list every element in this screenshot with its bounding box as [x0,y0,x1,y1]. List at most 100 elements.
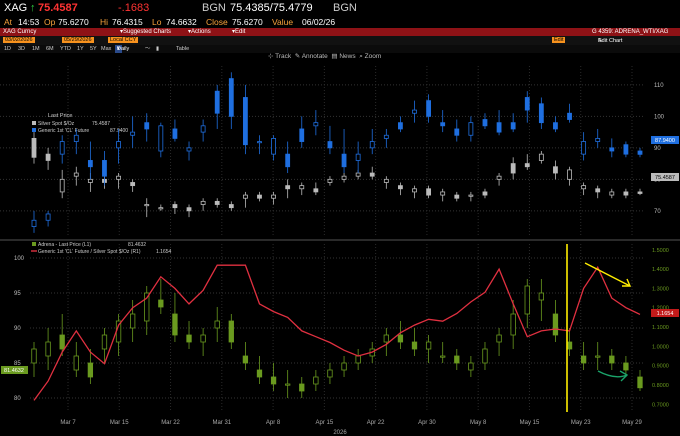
date-to-field[interactable]: 05/29/2026 [62,37,94,43]
xag-candle [482,188,488,199]
cl-candle [341,128,347,174]
adrena-candle [115,314,122,356]
adrena-candle [637,370,643,391]
adrena-candle [580,342,587,370]
cl-candle [383,128,389,148]
adrena-candle [595,342,601,370]
edit-menu-button[interactable]: ▾ Edit [232,28,245,36]
adrena-candle [186,321,192,349]
track-tool[interactable]: ⊹ Track [268,53,291,60]
right-y-tick: 0.7000 [652,402,669,408]
right-y-tick: 1.3000 [652,286,669,292]
actions-label: Actions [191,29,211,35]
x-tick: Apr 30 [418,420,436,426]
right-y-tick: 1.0000 [652,344,669,350]
chart-area[interactable]: Last Price Silver Spot $/Oz 75.4587 Gene… [0,60,680,436]
edit-menu-label: Edit [235,29,246,35]
adrena-candle [538,279,544,321]
bottom-panel-grid [30,244,645,412]
range-max[interactable]: Max [101,45,111,53]
cl-candle [581,132,587,161]
adrena-candle [313,370,319,391]
x-tick: Mar 31 [212,420,231,426]
range-ytd[interactable]: YTD [60,45,71,53]
range-1d[interactable]: 1D [4,45,11,53]
suggested-charts-button[interactable]: ▾ Suggested Charts [120,28,171,36]
cl-candle [116,128,121,164]
quote-detail: At 14:53 Op 75.6270 Hi 76.4315 Lo 74.663… [0,17,680,28]
top-candles [31,72,643,233]
news-icon: ▤ [331,53,338,60]
xag-candle [538,151,544,164]
xag-candle [609,188,615,199]
frequency-label: Daily [117,46,130,52]
xag-candle [383,176,389,189]
bottom-legend: Adrena - Last Price (L1) 81.4632 Generic… [31,242,172,255]
x-tick: Mar 22 [161,420,180,426]
candle-chart-icon[interactable]: ▮ [156,45,159,53]
x-tick: Apr 22 [367,420,385,426]
adrena-candle [144,286,150,335]
low-label: Lo [152,17,162,27]
xag-candle [567,166,572,186]
zoom-label: Zoom [364,53,382,60]
value-tag-xag-text: 75.4587 [655,175,675,181]
legend-xag-name: Silver Spot $/Oz [38,121,75,127]
zoom-icon: ⌕ [359,53,363,60]
bid-ask: 75.4385/75.4779 [230,2,313,14]
xag-candle [398,182,403,196]
orange-edit-button[interactable]: Edit [552,37,566,43]
cl-candle [355,141,361,174]
actions-button[interactable]: ▾ Actions [188,28,211,36]
value-tag-xag: 75.4587 [651,173,679,181]
xag-candle [369,166,375,180]
range-1y[interactable]: 1Y [77,45,84,53]
x-tick: May 23 [571,420,591,426]
cl-candle [271,135,276,161]
date-from-field[interactable]: 03/02/2026 [3,37,35,43]
range-3d[interactable]: 3D [18,45,25,53]
table-button[interactable]: Table [176,45,189,53]
top-y-axis: 708090100110 [654,83,665,215]
xag-candle [271,191,276,205]
xag-candle [59,169,65,199]
cl-candle [186,141,192,161]
zoom-tool[interactable]: ⌕ Zoom [359,53,381,60]
ticker: XAG [4,2,28,14]
cl-candle [313,110,319,136]
adrena-candle [270,363,277,391]
annotate-tool[interactable]: ✎ Annotate [295,53,328,60]
bottom-left-axis: 80859095100 [14,256,25,402]
value-date: 06/02/26 [302,17,336,27]
currency-select[interactable]: Local CCY [108,37,139,43]
range-6m[interactable]: 6M [46,45,54,53]
right-y-tick: 1.1000 [652,325,669,331]
adrena-candle [566,328,573,356]
bgn-label-2: BGN [333,2,357,14]
cl-candle [595,128,601,148]
chart-id: G 4359: ADRENA_WTI/XAG [592,29,669,35]
annotation-arrow-down [584,262,632,287]
security-field[interactable]: XAG Curncy [3,28,36,36]
value-tag-adrena-text: 81.4632 [4,368,24,374]
legend-ratio-value: 1.1654 [156,249,172,255]
top-y-tick: 110 [654,83,664,89]
xag-candle [242,191,248,208]
range-1m[interactable]: 1M [32,45,40,53]
legend-swatch-adrena [32,242,36,246]
xag-candle [623,188,629,199]
range-5y[interactable]: 5Y [90,45,97,53]
cl-candle [623,141,629,158]
line-chart-icon[interactable]: 〜 [145,45,151,53]
xag-candle [214,198,220,208]
value-tag-cl: 87.9400 [651,136,679,144]
ratio-line [33,264,641,401]
news-tool[interactable]: ▤ News [331,53,355,60]
frequency-select[interactable]: Daily ▾ [115,45,129,53]
adrena-candle [383,328,389,356]
change: -.1683 [118,2,150,14]
xag-candle [496,173,502,186]
xag-candle [285,179,291,199]
legend-xag-value: 75.4587 [92,121,110,127]
cl-candle [228,72,234,129]
